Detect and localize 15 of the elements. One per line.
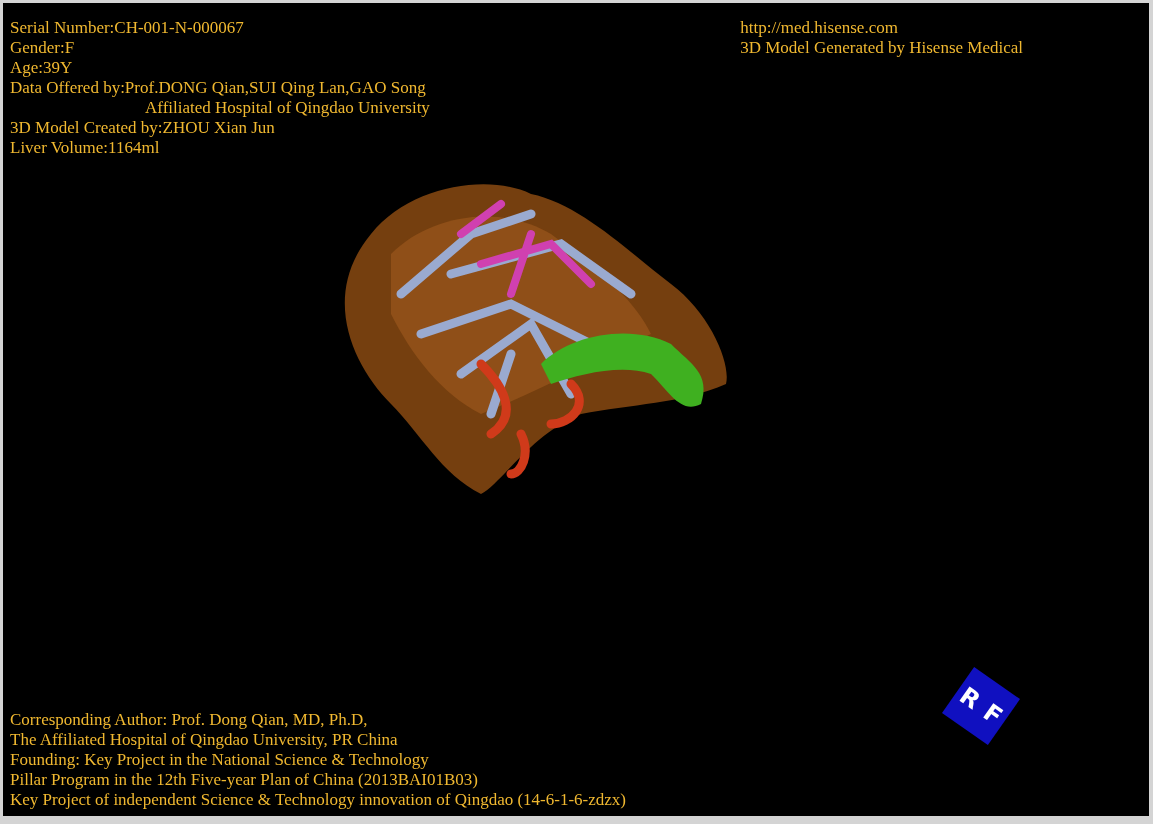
credit-text: Key Project of independent Science & Technology innovation of Qingdao (14-6-1-6-zdzx) bbox=[10, 790, 626, 810]
credit-text: Pillar Program in the 12th Five-year Plan of China (2013BAI01B03) bbox=[10, 770, 479, 790]
credit-text: Founding: Key Project in the National Science & Technology bbox=[10, 750, 430, 770]
credit-text: http://med.hisense.com bbox=[740, 18, 899, 38]
credit-text: The Affiliated Hospital of Qingdao University, PR China bbox=[10, 730, 399, 750]
info-text: Age:39Y bbox=[10, 58, 74, 78]
credit-text: Corresponding Author: Prof. Dong Qian, MD, Ph.D, bbox=[10, 710, 369, 730]
info-text: 3D Model Created by:ZHOU Xian Jun bbox=[10, 118, 276, 138]
credit-text: 3D Model Generated by Hisense Medical bbox=[740, 38, 1023, 58]
info-text: Gender:F bbox=[10, 38, 76, 58]
info-text: Affiliated Hospital of Qingdao University bbox=[144, 98, 430, 118]
info-text: Liver Volume:1164ml bbox=[10, 138, 161, 158]
info-text: Data Offered by:Prof.DONG Qian,SUI Qing Lan,GAO Song bbox=[10, 78, 427, 98]
orientation-cube[interactable]: R F bbox=[942, 667, 1020, 745]
info-text: Serial Number:CH-001-N-000067 bbox=[10, 18, 245, 38]
